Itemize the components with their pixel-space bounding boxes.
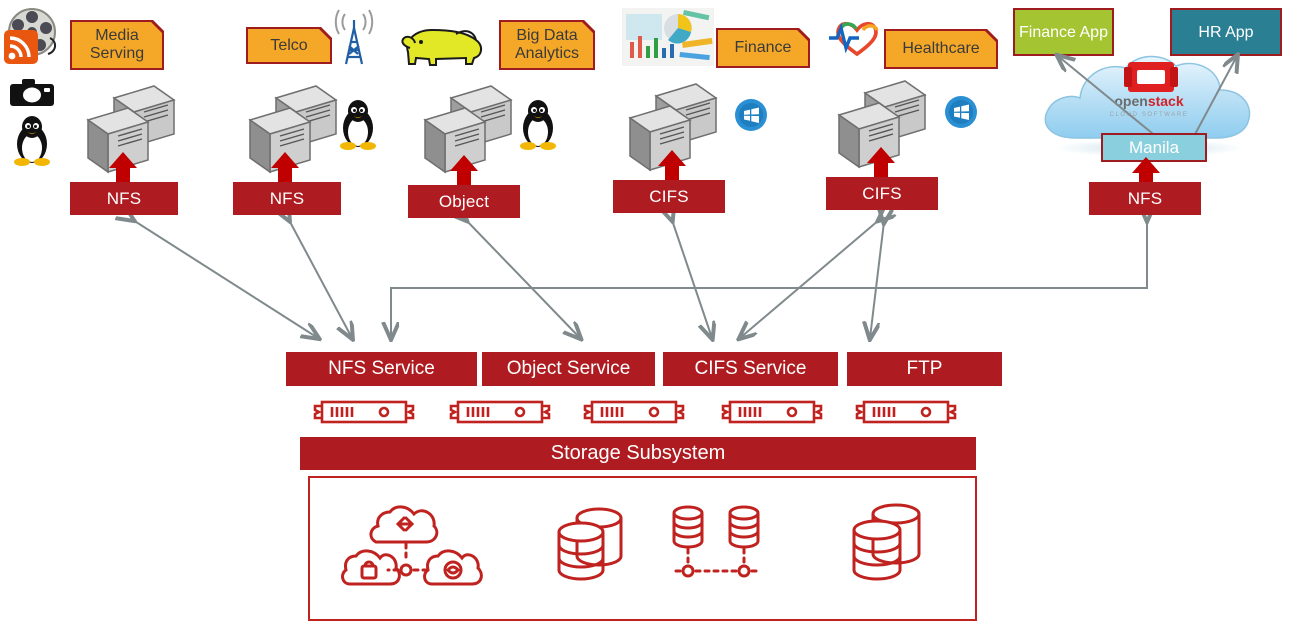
service-label: NFS Service (328, 358, 435, 379)
protocol-label: NFS (1127, 188, 1163, 208)
service-label: Object Service (506, 358, 631, 379)
secure-cloud-replication-icon (341, 505, 483, 586)
protocol-box-cloud-nfs: NFS (1089, 182, 1201, 215)
service-label: FTP (906, 358, 943, 379)
service-box-cifs[interactable]: CIFS Service (663, 352, 838, 386)
storage-controller-icon (721, 400, 823, 424)
disk-stack-icon (557, 507, 623, 581)
storage-controller-icon (855, 400, 957, 424)
disk-stack-icon (852, 503, 921, 581)
architecture-diagram: Media Serving NFS Telco NFS Big Data Ana… (0, 0, 1289, 625)
storage-subsystem-label: Storage Subsystem (550, 442, 726, 464)
storage-controller-icon (313, 400, 415, 424)
service-box-object[interactable]: Object Service (482, 352, 655, 386)
service-box-ftp[interactable]: FTP (847, 352, 1002, 386)
manila-label: Manila (1128, 137, 1180, 157)
storage-controller-icon (449, 400, 551, 424)
service-label: CIFS Service (694, 358, 807, 379)
storage-subsystem-bar: Storage Subsystem (300, 437, 976, 470)
service-box-nfs[interactable]: NFS Service (286, 352, 477, 386)
linked-disks-icon (670, 505, 762, 578)
protocol-arrow-manila (1131, 157, 1161, 186)
storage-controller-icon (583, 400, 685, 424)
